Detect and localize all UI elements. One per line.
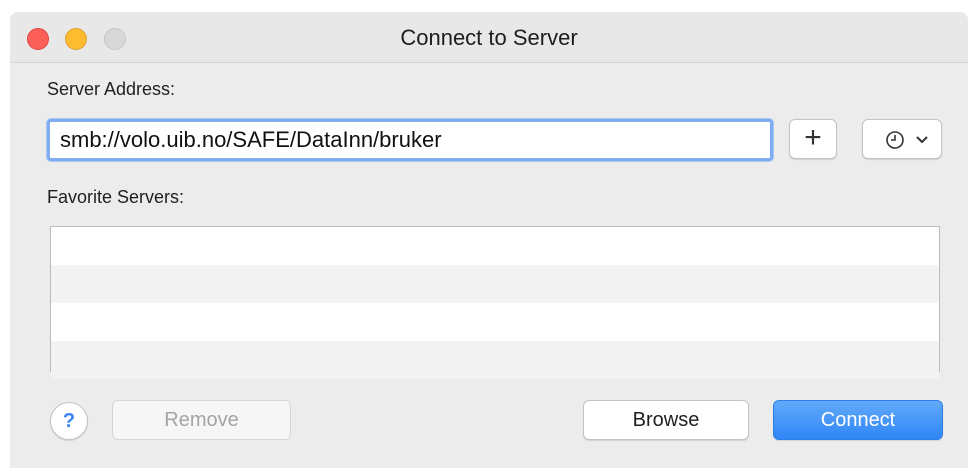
list-row xyxy=(51,265,939,303)
remove-button: Remove xyxy=(112,400,291,440)
list-row xyxy=(51,303,939,341)
recent-servers-button[interactable] xyxy=(862,119,942,159)
server-address-label: Server Address: xyxy=(47,79,176,99)
question-mark-icon: ? xyxy=(62,410,76,432)
connect-button[interactable]: Connect xyxy=(773,400,943,440)
favorite-servers-label: Favorite Servers: xyxy=(47,187,185,207)
help-button[interactable]: ? xyxy=(50,402,88,440)
browse-button[interactable]: Browse xyxy=(583,400,749,440)
server-address-input[interactable] xyxy=(47,119,773,161)
connect-to-server-window: Connect to Server Server Address: + Favo… xyxy=(10,12,968,468)
favorite-servers-list[interactable] xyxy=(50,226,940,379)
window-title: Connect to Server xyxy=(400,25,578,50)
chevron-down-icon xyxy=(916,136,928,144)
list-row xyxy=(51,227,939,265)
list-row xyxy=(51,341,939,379)
add-favorite-button[interactable]: + xyxy=(789,119,837,159)
title-bar: Connect to Server xyxy=(10,12,968,63)
plus-icon: + xyxy=(804,121,822,154)
